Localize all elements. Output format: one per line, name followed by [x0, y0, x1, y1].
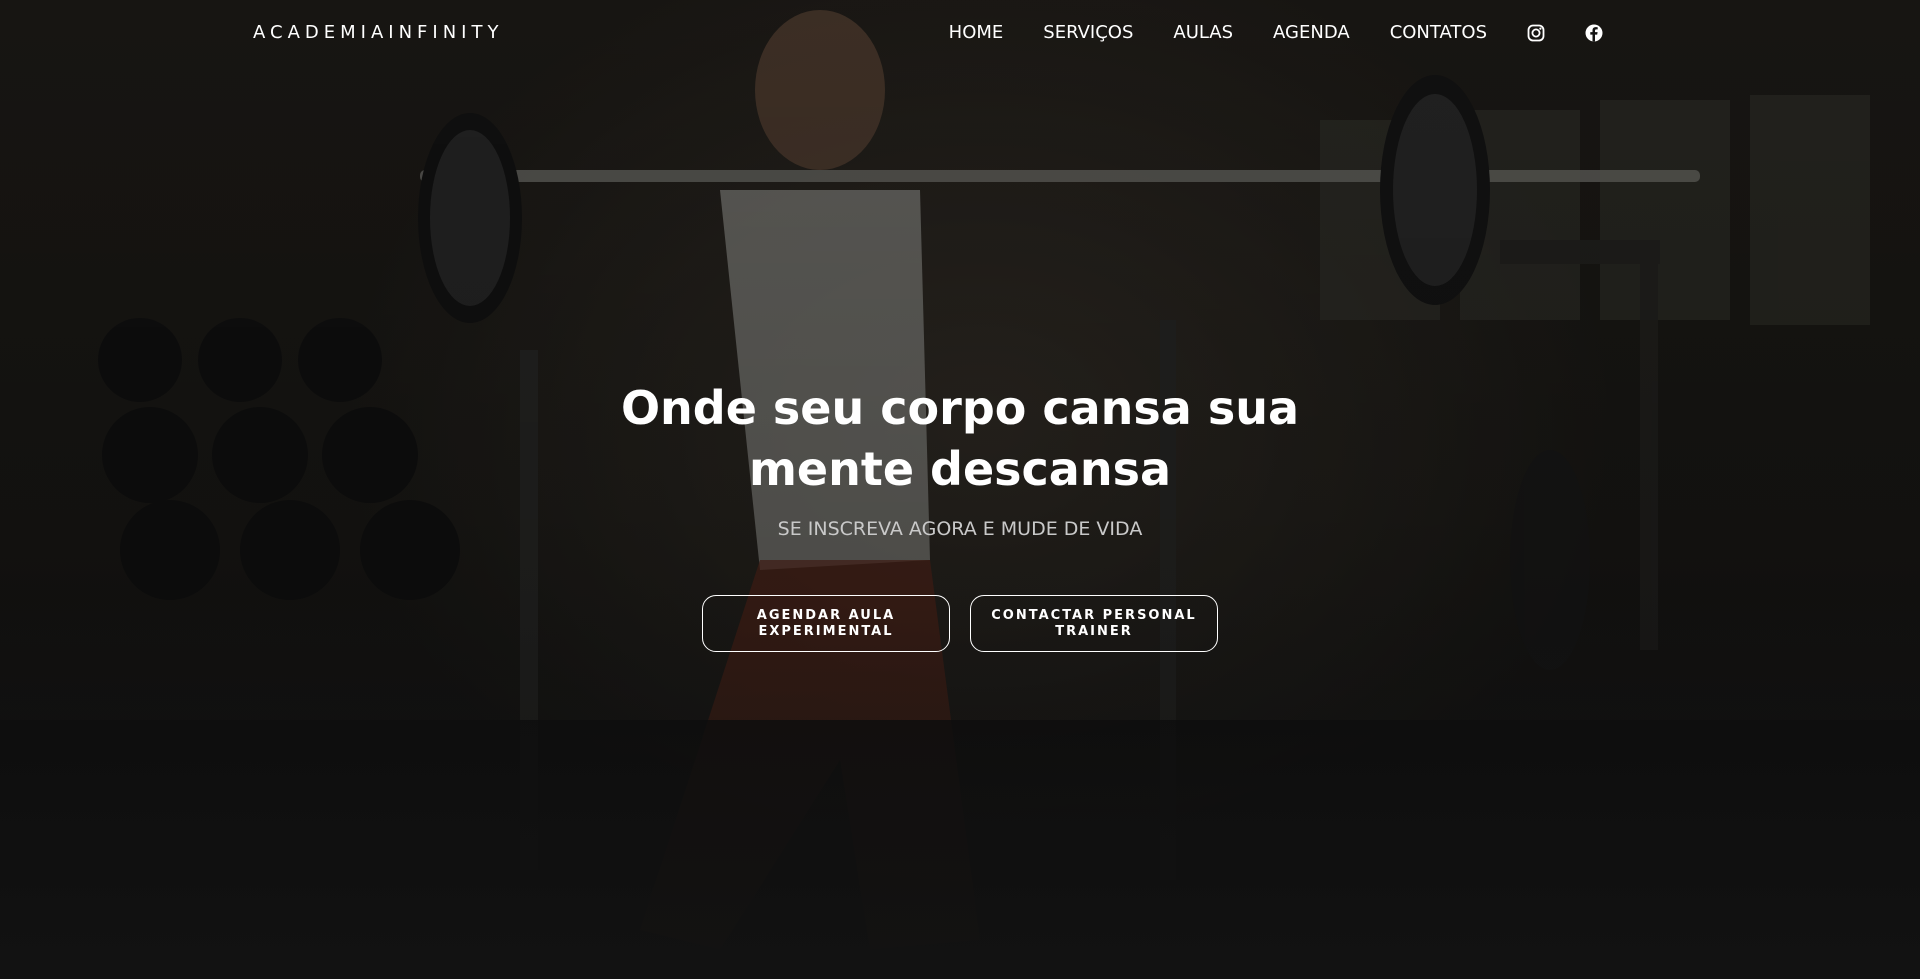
- contact-personal-trainer-button[interactable]: CONTACTAR PERSONAL TRAINER: [970, 595, 1218, 652]
- social-links: [1527, 24, 1603, 42]
- instagram-icon[interactable]: [1527, 24, 1545, 42]
- brand-logo[interactable]: ACADEMIAINFINITY: [253, 22, 503, 43]
- cta-row: AGENDAR AULA EXPERIMENTAL CONTACTAR PERS…: [0, 595, 1920, 652]
- nav-agenda[interactable]: AGENDA: [1273, 22, 1350, 43]
- hero-section: ACADEMIAINFINITY HOME SERVIÇOS AULAS AGE…: [0, 0, 1920, 979]
- book-trial-class-button[interactable]: AGENDAR AULA EXPERIMENTAL: [702, 595, 950, 652]
- facebook-icon[interactable]: [1585, 24, 1603, 42]
- nav-contatos[interactable]: CONTATOS: [1390, 22, 1487, 43]
- top-navbar: ACADEMIAINFINITY HOME SERVIÇOS AULAS AGE…: [0, 0, 1920, 68]
- hero-content: Onde seu corpo cansa sua mente descansa …: [0, 378, 1920, 652]
- nav-links: HOME SERVIÇOS AULAS AGENDA CONTATOS: [949, 22, 1603, 43]
- nav-aulas[interactable]: AULAS: [1173, 22, 1233, 43]
- nav-servicos[interactable]: SERVIÇOS: [1043, 22, 1133, 43]
- nav-home[interactable]: HOME: [949, 22, 1004, 43]
- hero-subtitle: SE INSCREVA AGORA E MUDE DE VIDA: [777, 518, 1143, 540]
- hero-title: Onde seu corpo cansa sua mente descansa: [620, 381, 1300, 496]
